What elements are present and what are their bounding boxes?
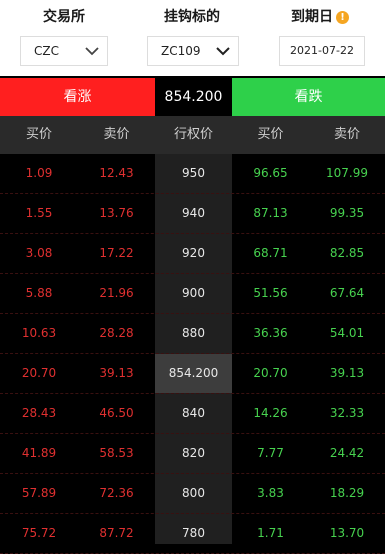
table-row[interactable]: 1.55 13.76 940 87.13 99.35	[0, 194, 385, 234]
put-ask-cell: 82.85	[329, 246, 365, 260]
call-bid-cell: 10.63	[21, 326, 57, 340]
exchange-select[interactable]: CZC	[20, 36, 108, 66]
strike-cell: 780	[182, 526, 205, 540]
table-row[interactable]: 75.72 87.72 780 1.71 13.70	[0, 514, 385, 554]
strike-cell: 854.200	[155, 354, 232, 393]
put-bid-cell: 7.77	[257, 446, 284, 460]
table-row[interactable]: 28.43 46.50 840 14.26 32.33	[0, 394, 385, 434]
call-ask-cell: 87.72	[99, 526, 134, 540]
call-bid-cell: 3.08	[25, 246, 53, 260]
col-put-ask: 卖价	[333, 127, 360, 142]
put-ask-cell: 18.29	[329, 486, 365, 500]
chevron-down-icon	[216, 47, 230, 56]
strike-cell: 950	[182, 166, 205, 180]
put-ask-cell: 39.13	[329, 366, 365, 380]
put-ask-cell: 99.35	[329, 206, 365, 220]
strike-cell: 940	[182, 206, 205, 220]
put-bid-cell: 87.13	[253, 206, 288, 220]
call-bid-cell: 1.09	[25, 166, 53, 180]
column-header-row: 买价 卖价 行权价 买价 卖价	[0, 116, 385, 154]
call-ask-cell: 13.76	[99, 206, 134, 220]
underlying-value: ZC109	[161, 44, 201, 58]
call-ask-cell: 72.36	[99, 486, 134, 500]
put-bid-cell: 68.71	[253, 246, 288, 260]
call-banner[interactable]: 看涨	[0, 78, 155, 116]
put-ask-cell: 13.70	[329, 526, 365, 540]
call-bid-cell: 75.72	[21, 526, 57, 540]
put-ask-cell: 67.64	[329, 286, 365, 300]
table-row[interactable]: 41.89 58.53 820 7.77 24.42	[0, 434, 385, 474]
table-row[interactable]: 5.88 21.96 900 51.56 67.64	[0, 274, 385, 314]
put-bid-cell: 20.70	[253, 366, 288, 380]
strike-cell: 880	[182, 326, 205, 340]
call-ask-cell: 39.13	[99, 366, 134, 380]
underlying-label: 挂钩标的	[164, 9, 220, 25]
col-call-bid: 买价	[25, 127, 52, 142]
call-bid-cell: 5.88	[25, 286, 53, 300]
table-row[interactable]: 57.89 72.36 800 3.83 18.29	[0, 474, 385, 514]
expiry-header: 到期日!	[256, 7, 384, 27]
expiry-label: 到期日	[291, 9, 333, 25]
put-bid-cell: 14.26	[253, 406, 288, 420]
call-ask-cell: 21.96	[99, 286, 134, 300]
call-ask-cell: 17.22	[99, 246, 134, 260]
chevron-down-icon	[85, 47, 99, 56]
put-ask-cell: 107.99	[326, 166, 368, 180]
call-ask-cell: 12.43	[99, 166, 134, 180]
strike-cell: 840	[182, 406, 205, 420]
table-row[interactable]: 10.63 28.28 880 36.36 54.01	[0, 314, 385, 354]
put-bid-cell: 36.36	[253, 326, 288, 340]
put-banner[interactable]: 看跌	[232, 78, 385, 116]
strike-cell: 820	[182, 446, 205, 460]
expiry-column: 到期日!	[256, 0, 384, 27]
underlying-column: 挂钩标的	[128, 0, 256, 27]
call-bid-cell: 57.89	[21, 486, 57, 500]
call-bid-cell: 1.55	[25, 206, 53, 220]
col-strike: 行权价	[173, 127, 213, 142]
exchange-column: 交易所	[0, 0, 128, 27]
table-row[interactable]: 3.08 17.22 920 68.71 82.85	[0, 234, 385, 274]
underlying-select[interactable]: ZC109	[147, 36, 239, 66]
table-row[interactable]: 1.09 12.43 950 96.65 107.99	[0, 154, 385, 194]
exchange-value: CZC	[34, 44, 59, 58]
put-bid-cell: 1.71	[257, 526, 284, 540]
put-ask-cell: 24.42	[329, 446, 365, 460]
put-ask-cell: 32.33	[329, 406, 365, 420]
call-bid-cell: 28.43	[21, 406, 57, 420]
strike-cell: 800	[182, 486, 205, 500]
put-bid-cell: 96.65	[253, 166, 288, 180]
table-row-at-the-money[interactable]: 20.70 39.13 854.200 20.70 39.13	[0, 354, 385, 394]
filter-bar: 交易所 挂钩标的 到期日! CZC ZC109 2021-07-22	[0, 0, 385, 76]
put-bid-cell: 51.56	[253, 286, 288, 300]
col-put-bid: 买价	[257, 127, 284, 142]
exchange-label: 交易所	[43, 9, 85, 25]
call-ask-cell: 28.28	[99, 326, 134, 340]
put-bid-cell: 3.83	[257, 486, 284, 500]
call-bid-cell: 20.70	[21, 366, 57, 380]
call-ask-cell: 58.53	[99, 446, 134, 460]
strike-cell: 900	[182, 286, 205, 300]
info-icon[interactable]: !	[336, 11, 349, 24]
expiry-date-field[interactable]: 2021-07-22	[279, 36, 365, 66]
put-ask-cell: 54.01	[329, 326, 365, 340]
call-ask-cell: 46.50	[99, 406, 134, 420]
call-bid-cell: 41.89	[21, 446, 57, 460]
strike-cell: 920	[182, 246, 205, 260]
col-call-ask: 卖价	[103, 127, 130, 142]
underlying-price: 854.200	[155, 78, 232, 116]
